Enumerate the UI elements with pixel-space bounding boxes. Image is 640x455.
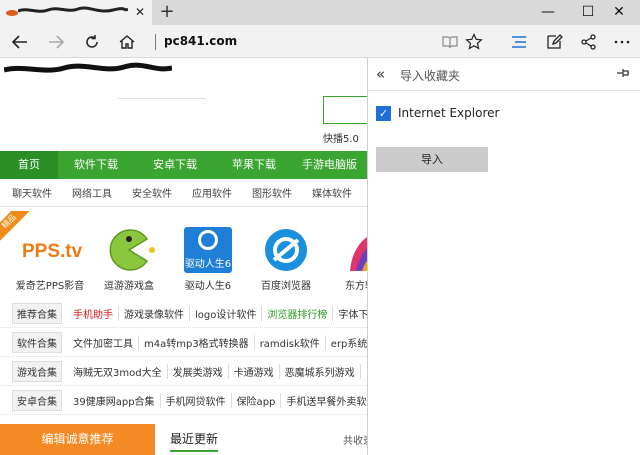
hub-icon[interactable] bbox=[506, 29, 532, 60]
row-link[interactable]: m4a转mp3格式转换器 bbox=[139, 334, 255, 350]
sub-nav: 聊天软件 网络工具 安全软件 应用软件 图形软件 媒体软件 bbox=[0, 179, 367, 207]
more-options-icon[interactable] bbox=[609, 29, 635, 55]
row-link[interactable]: 恶魔城系列游戏 bbox=[280, 363, 361, 379]
app-item[interactable]: 逗游游戏盒 bbox=[91, 227, 167, 292]
editor-picks-tab[interactable]: 编辑诚意推荐 bbox=[0, 424, 155, 455]
title-bar: ✕ + — ☐ ✕ bbox=[0, 0, 640, 25]
web-note-icon[interactable] bbox=[541, 29, 567, 55]
drivergenius-icon: 驱动人生6 bbox=[178, 227, 238, 273]
row-link[interactable]: 保险app bbox=[232, 392, 282, 408]
collection-row: 安卓合集 39健康网app合集 手机网贷软件 保险app 手机送早餐外卖软件 bbox=[0, 386, 367, 415]
row-link[interactable]: 浏览器排行榜 bbox=[262, 305, 334, 321]
subnav-media[interactable]: 媒体软件 bbox=[312, 185, 352, 200]
address-bar[interactable]: pc841.com bbox=[164, 34, 237, 48]
nav-mobile-games[interactable]: 手游电脑版 bbox=[292, 151, 367, 179]
row-link[interactable]: 卡通游戏 bbox=[229, 363, 280, 379]
header-divider bbox=[118, 98, 206, 99]
pacman-icon bbox=[99, 227, 159, 273]
subnav-chat[interactable]: 聊天软件 bbox=[12, 185, 52, 200]
row-link[interactable]: 39健康网app合集 bbox=[68, 392, 161, 408]
home-icon[interactable] bbox=[114, 29, 140, 55]
app-label: 爱奇艺PPS影音 bbox=[15, 281, 85, 292]
subnav-graphics[interactable]: 图形软件 bbox=[252, 185, 292, 200]
hub-panel: « 导入收藏夹 ✓ Internet Explorer 导入 bbox=[367, 58, 640, 455]
row-tag[interactable]: 软件合集 bbox=[12, 331, 62, 353]
subnav-network[interactable]: 网络工具 bbox=[72, 185, 112, 200]
row-link[interactable]: 手机助手 bbox=[68, 305, 119, 321]
app-item[interactable]: 东方辅 bbox=[322, 227, 367, 292]
back-chevron-icon[interactable]: « bbox=[376, 65, 385, 83]
row-tag[interactable]: 安卓合集 bbox=[12, 389, 62, 411]
collection-row: 软件合集 文件加密工具 m4a转mp3格式转换器 ramdisk软件 erp系统 bbox=[0, 328, 367, 357]
fan-icon bbox=[330, 227, 367, 273]
row-link[interactable]: 游戏录像软件 bbox=[119, 305, 190, 321]
row-link[interactable]: 手机送早餐外卖软件 bbox=[281, 393, 367, 408]
favorite-star-icon[interactable] bbox=[461, 29, 487, 55]
subnav-apps[interactable]: 应用软件 bbox=[192, 185, 232, 200]
forward-arrow-icon[interactable] bbox=[43, 29, 69, 55]
bottom-tabs: 编辑诚意推荐 最近更新 共收录 bbox=[0, 424, 367, 455]
row-link[interactable]: 文件加密工具 bbox=[68, 334, 139, 350]
hub-header: « 导入收藏夹 bbox=[368, 58, 640, 91]
app-label: 百度浏览器 bbox=[261, 281, 311, 292]
nav-android[interactable]: 安卓下载 bbox=[134, 151, 216, 179]
web-page: 快播5.0 首页 软件下载 安卓下载 苹果下载 手游电脑版 聊天软件 网络工具 … bbox=[0, 58, 367, 455]
new-tab-button[interactable]: + bbox=[156, 2, 178, 24]
internet-explorer-checkbox[interactable]: ✓ bbox=[376, 106, 391, 121]
nav-home[interactable]: 首页 bbox=[0, 151, 58, 179]
row-tag[interactable]: 推荐合集 bbox=[12, 302, 62, 324]
row-link[interactable]: erp系统 bbox=[326, 335, 367, 350]
share-icon[interactable] bbox=[576, 29, 602, 55]
app-item[interactable]: 驱动人生6 驱动人生6 bbox=[170, 227, 246, 292]
import-button[interactable]: 导入 bbox=[376, 147, 488, 172]
row-link[interactable]: 手机网贷软件 bbox=[161, 392, 232, 408]
subnav-security[interactable]: 安全软件 bbox=[132, 185, 172, 200]
featured-apps: 精品 PPS.tv 爱奇艺PPS影音 逗游游戏盒 驱动人生6 驱动人生6 百度浏… bbox=[0, 211, 367, 293]
internet-explorer-label: Internet Explorer bbox=[398, 106, 500, 120]
nav-apple[interactable]: 苹果下载 bbox=[216, 151, 292, 179]
app-label: 驱动人生6 bbox=[184, 281, 232, 292]
app-item[interactable]: PPS.tv 爱奇艺PPS影音 bbox=[12, 227, 88, 292]
refresh-icon[interactable] bbox=[79, 29, 105, 55]
collection-rows: 推荐合集 手机助手 游戏录像软件 logo设计软件 浏览器排行榜 字体下 软件合… bbox=[0, 299, 367, 415]
row-link[interactable]: 字体下 bbox=[333, 306, 367, 321]
row-link[interactable]: 发展类游戏 bbox=[168, 363, 229, 379]
minimize-button[interactable]: — bbox=[527, 0, 569, 25]
app-item[interactable]: 百度浏览器 bbox=[248, 227, 324, 292]
total-count-label: 共收录 bbox=[343, 436, 367, 447]
tab-close-icon[interactable]: ✕ bbox=[132, 4, 148, 20]
hub-title: 导入收藏夹 bbox=[400, 69, 461, 83]
baidu-browser-icon bbox=[256, 227, 316, 273]
app-label: 东方辅 bbox=[345, 281, 367, 292]
browser-tab[interactable]: ✕ bbox=[0, 0, 152, 25]
collection-row: 游戏合集 海贼无双3mod大全 发展类游戏 卡通游戏 恶魔城系列游戏 bbox=[0, 357, 367, 386]
row-link[interactable]: logo设计软件 bbox=[190, 305, 263, 321]
row-tag[interactable]: 游戏合集 bbox=[12, 360, 62, 382]
collection-row: 推荐合集 手机助手 游戏录像软件 logo设计软件 浏览器排行榜 字体下 bbox=[0, 299, 367, 328]
row-link[interactable]: ramdisk软件 bbox=[255, 334, 326, 350]
browser-toolbar: pc841.com bbox=[0, 25, 640, 60]
main-nav: 首页 软件下载 安卓下载 苹果下载 手游电脑版 bbox=[0, 151, 367, 179]
app-label: 逗游游戏盒 bbox=[104, 281, 154, 292]
recent-updates-tab[interactable]: 最近更新 bbox=[170, 430, 219, 452]
nav-software[interactable]: 软件下载 bbox=[58, 151, 134, 179]
site-favicon-icon bbox=[6, 8, 18, 18]
address-divider bbox=[155, 34, 156, 50]
redacted-site-logo bbox=[4, 62, 172, 73]
redacted-tab-title bbox=[18, 6, 128, 13]
ad-label: 快播5.0 bbox=[323, 134, 359, 145]
back-arrow-icon[interactable] bbox=[7, 29, 33, 55]
close-window-button[interactable]: ✕ bbox=[598, 0, 640, 25]
pin-icon[interactable] bbox=[616, 66, 630, 84]
pps-logo-icon: PPS.tv bbox=[22, 241, 83, 262]
ad-banner[interactable] bbox=[323, 96, 367, 124]
reading-view-icon[interactable] bbox=[437, 29, 463, 55]
row-link[interactable]: 海贼无双3mod大全 bbox=[68, 363, 168, 379]
